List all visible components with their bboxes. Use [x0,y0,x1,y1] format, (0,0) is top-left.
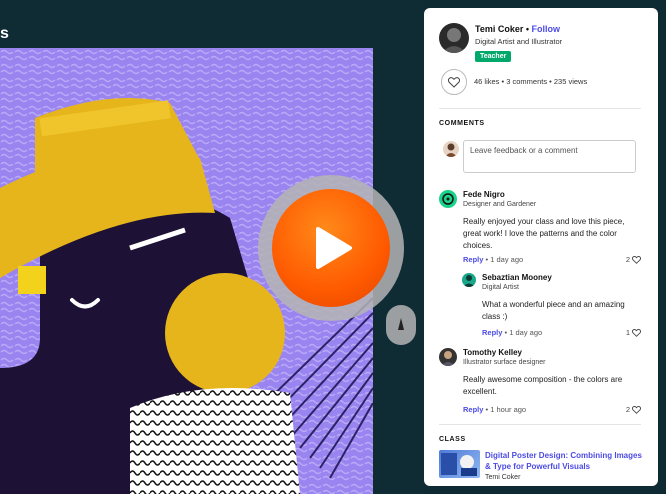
comment-like-button[interactable]: 2 [626,405,641,414]
commenter-avatar[interactable] [439,190,457,208]
play-icon [316,227,352,269]
current-user-avatar [443,141,459,157]
comment-text: Really awesome composition - the colors … [463,375,623,396]
author-title: Digital Artist and Illustrator [475,37,563,46]
like-button[interactable] [441,69,467,95]
reply-link[interactable]: Reply [463,405,483,414]
comments-heading: COMMENTS [439,120,485,127]
comment-time: • 1 hour ago [483,405,527,414]
class-card[interactable]: Digital Poster Design: Combining Images … [439,450,649,486]
like-count: 2 [625,255,630,264]
commenter-name[interactable]: Tomothy Kelley [463,348,522,357]
reply-link[interactable]: Reply [482,328,502,337]
divider [439,108,641,109]
commenter-subtitle: Illustrator surface designer [463,359,546,366]
comment-item: Tomothy Kelley Illustrator surface desig… [439,348,649,404]
comment-meta: Reply • 1 hour ago [463,405,526,414]
reply-item: Sebaztian Mooney Digital Artist What a w… [462,273,644,328]
like-heart-icon [632,255,641,264]
comment-meta: Reply • 1 day ago [482,328,542,337]
commenter-avatar[interactable] [439,348,457,366]
author-name[interactable]: Temi Coker [475,24,523,34]
play-button[interactable] [272,189,390,307]
class-heading: CLASS [439,436,466,443]
commenter-subtitle: Designer and Gardener [463,201,537,208]
comment-like-button[interactable]: 1 [626,328,641,337]
comment-time: • 1 day ago [502,328,543,337]
comment-meta: Reply • 1 day ago [463,255,523,264]
comment-text: Really enjoyed your class and love this … [463,217,625,250]
class-title-link[interactable]: Digital Poster Design: Combining Images … [485,450,643,472]
comment-text: What a wonderful piece and an amazing cl… [482,300,625,321]
author-name-line: Temi Coker • Follow [475,24,561,34]
heart-icon [448,76,460,88]
class-thumbnail[interactable] [439,450,480,478]
scroll-handle[interactable] [386,305,416,345]
artwork-viewer: s [0,0,424,494]
author-avatar[interactable] [439,23,469,53]
details-panel: Temi Coker • Follow Digital Artist and I… [424,8,658,486]
follow-link[interactable]: Follow [532,24,561,34]
scroll-arrow-icon [398,318,404,330]
teacher-badge: Teacher [475,51,512,62]
comment-time: • 1 day ago [483,255,524,264]
class-author[interactable]: Temi Coker [485,474,520,481]
like-count: 1 [625,328,630,337]
commenter-subtitle: Digital Artist [482,284,519,291]
comment-item: Fede Nigro Designer and Gardener Really … [439,190,649,258]
like-heart-icon [632,405,641,414]
author-block: Temi Coker • Follow Digital Artist and I… [439,23,649,63]
comment-input[interactable]: Leave feedback or a comment [463,140,636,173]
divider [439,424,641,425]
play-button-halo [258,175,404,321]
engagement-stats: 46 likes • 3 comments • 235 views [474,77,588,86]
corner-text: s [0,25,9,42]
commenter-avatar[interactable] [462,273,476,287]
like-count: 2 [625,405,630,414]
reply-link[interactable]: Reply [463,255,483,264]
comment-like-button[interactable]: 2 [626,255,641,264]
commenter-name[interactable]: Sebaztian Mooney [482,273,552,282]
commenter-name[interactable]: Fede Nigro [463,190,505,199]
like-heart-icon [632,328,641,337]
